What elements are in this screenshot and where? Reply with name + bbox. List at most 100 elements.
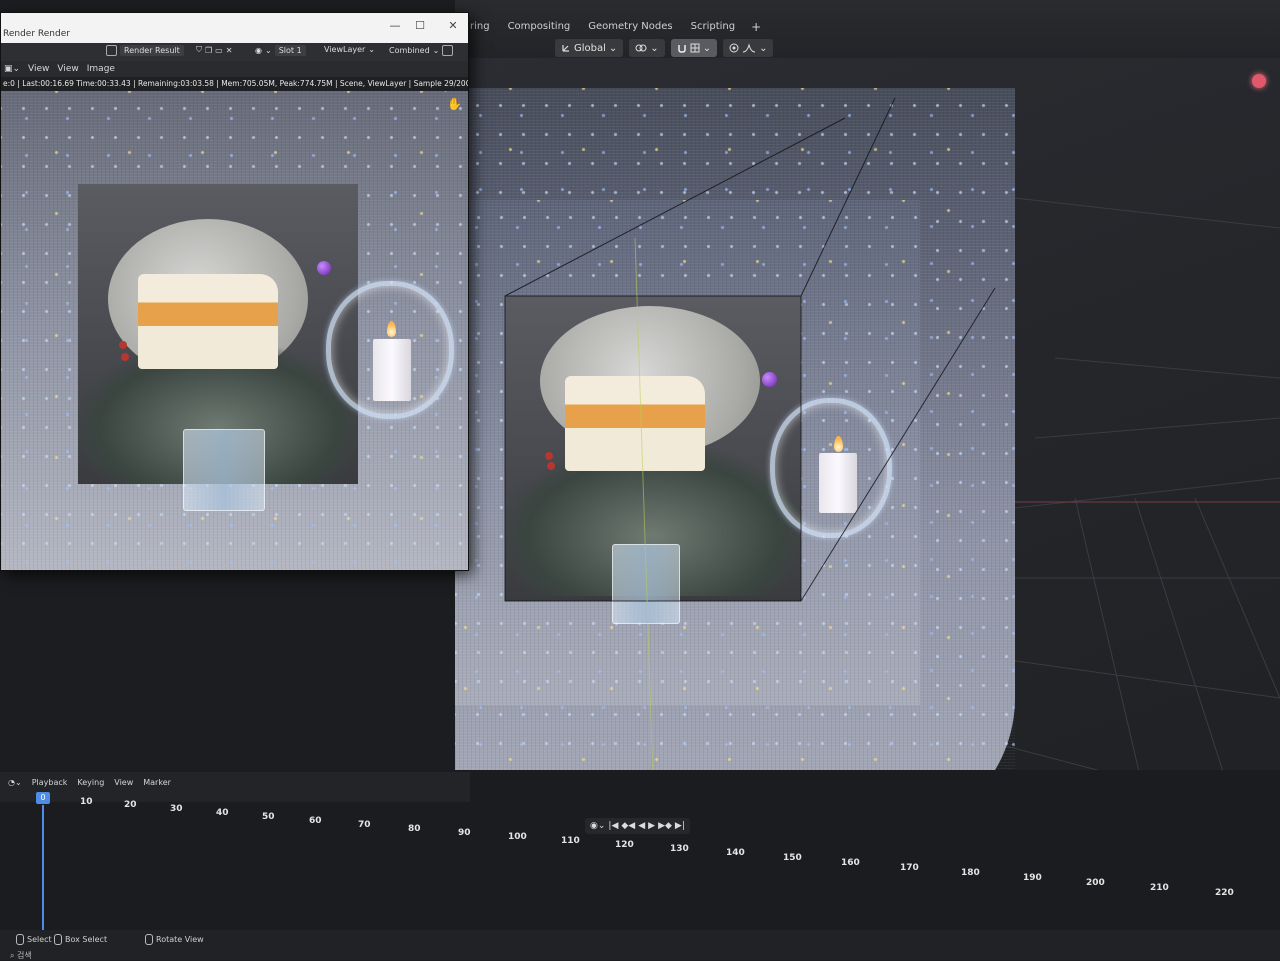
pivot-button[interactable]: ⌄ — [629, 39, 665, 57]
proportional-icon — [729, 43, 739, 53]
slot-dropdown[interactable]: Slot 1 — [274, 45, 306, 56]
next-keyframe-icon[interactable]: ▶◆ — [658, 821, 672, 831]
mouse-right-icon — [145, 934, 153, 945]
falloff-icon — [743, 43, 756, 53]
frame-tick: 170 — [900, 863, 919, 873]
frame-tick: 160 — [841, 858, 860, 868]
snap-icon — [677, 45, 686, 53]
close-button[interactable]: ✕ — [442, 19, 464, 32]
mouse-left-icon — [16, 934, 24, 945]
menu-playback[interactable]: Playback — [32, 778, 68, 787]
globe-icon: ◉ — [255, 46, 262, 55]
image-actions: ⛉ ❐ ▭ ✕ — [196, 45, 232, 55]
orientation-dropdown[interactable]: Global ⌄ — [555, 39, 624, 57]
menu-image[interactable]: Image — [87, 64, 115, 74]
play-icon[interactable]: ▶ — [648, 821, 655, 831]
frame-tick: 100 — [508, 832, 527, 842]
candle-flame — [387, 321, 396, 337]
frame-tick: 210 — [1150, 883, 1169, 893]
frame-tick: 220 — [1215, 888, 1234, 898]
folder-icon[interactable]: ▭ — [215, 46, 223, 55]
prev-keyframe-icon[interactable]: ◆◀ — [621, 821, 635, 831]
frame-tick: 90 — [458, 828, 471, 838]
global-axes-icon — [562, 45, 569, 52]
display-channels-icon[interactable] — [442, 45, 454, 56]
menu-view[interactable]: View — [114, 778, 133, 787]
frame-ruler[interactable]: 10 20 30 40 50 60 70 80 90 100 110 120 1… — [0, 795, 1280, 905]
maximize-button[interactable]: ☐ — [409, 19, 431, 32]
frame-tick: 70 — [358, 820, 371, 830]
copy-icon[interactable]: ❐ — [205, 46, 212, 55]
mouse-middle-icon — [54, 934, 62, 945]
status-box-select-label: Box Select — [65, 935, 108, 944]
image-name-field[interactable]: Render Result — [120, 45, 184, 56]
chevron-down-icon: ⌄ — [702, 42, 712, 54]
chevron-down-icon: ⌄ — [650, 42, 659, 54]
add-workspace-button[interactable]: + — [745, 16, 767, 38]
frame-tick: 150 — [783, 853, 802, 863]
frame-tick: 30 — [170, 804, 183, 814]
editor-type-icon[interactable]: ◔⌄ — [8, 778, 22, 787]
workspace-tabs: ring Compositing Geometry Nodes Scriptin… — [462, 16, 767, 38]
viewport-toolbar: Global ⌄ ⌄ ⌄ ⌄ — [555, 38, 774, 58]
frame-tick: 140 — [726, 848, 745, 858]
current-frame-indicator[interactable]: 0 — [36, 792, 50, 804]
menu-view-dropdown[interactable]: View — [28, 64, 49, 74]
play-reverse-icon[interactable]: ◀ — [638, 821, 645, 831]
shield-icon[interactable]: ⛉ — [196, 45, 202, 55]
chevron-down-icon: ⌄ — [368, 45, 375, 54]
windows-search[interactable]: ⌕ 검색 — [10, 950, 32, 961]
chevron-down-icon: ⌄ — [432, 46, 440, 55]
status-rotate-label: Rotate View — [156, 935, 204, 944]
search-label: 검색 — [17, 951, 32, 960]
menu-view[interactable]: View — [57, 64, 78, 74]
jump-end-icon[interactable]: ▶| — [675, 821, 685, 831]
tab-scripting[interactable]: Scripting — [683, 16, 743, 38]
3d-viewport[interactable] — [455, 58, 1280, 840]
frame-tick: 190 — [1023, 873, 1042, 883]
menu-marker[interactable]: Marker — [143, 778, 171, 787]
chevron-down-icon: ⌄ — [264, 46, 272, 55]
frame-tick: 80 — [408, 824, 421, 834]
grid-snap-icon — [690, 43, 700, 53]
zoom-icon[interactable]: ⌕ — [445, 91, 452, 96]
keyframe-type-icon[interactable]: ◉⌄ — [590, 821, 605, 831]
frame-tick: 130 — [670, 844, 689, 854]
image-editor-menubar: ▣⌄ View View Image — [1, 61, 468, 77]
purple-ornament — [317, 261, 331, 275]
camera-wireframe — [504, 97, 996, 840]
frame-tick: 110 — [561, 836, 580, 846]
proportional-edit-toggle[interactable]: ⌄ — [723, 39, 774, 57]
render-result-image: ⌕ ✋ — [1, 91, 468, 570]
pass-dropdown[interactable]: Combined ⌄ — [389, 45, 454, 56]
status-select-label: Select — [27, 935, 52, 944]
status-select: Select — [16, 934, 52, 945]
playhead-line[interactable] — [42, 805, 44, 935]
cake-object — [138, 274, 278, 369]
slot-selector[interactable]: ◉ ⌄ Slot 1 — [255, 45, 306, 56]
frame-tick: 200 — [1086, 878, 1105, 888]
editor-type-icon[interactable]: ▣⌄ — [4, 64, 20, 74]
pan-hand-icon[interactable]: ✋ — [447, 97, 462, 111]
red-berry — [121, 353, 129, 361]
tab-compositing[interactable]: Compositing — [500, 16, 579, 38]
minimize-button[interactable]: — — [384, 19, 406, 32]
render-window[interactable]: Render Render — ☐ ✕ Render Result ⛉ ❐ ▭ … — [0, 12, 469, 571]
image-browse-button[interactable]: Render Result — [106, 45, 184, 56]
playback-controls: ◉⌄ |◀ ◆◀ ◀ ▶ ▶◆ ▶| — [585, 818, 690, 834]
jump-start-icon[interactable]: |◀ — [608, 821, 618, 831]
link-icon — [635, 44, 647, 52]
red-berry — [119, 341, 127, 349]
close-icon[interactable]: ✕ — [226, 46, 233, 55]
timeline-menu: ◔⌄ Playback Keying View Marker — [8, 778, 171, 787]
frame-tick: 40 — [216, 808, 229, 818]
tab-geometry-nodes[interactable]: Geometry Nodes — [580, 16, 680, 38]
image-icon — [106, 45, 117, 56]
status-rotate-view: Rotate View — [145, 934, 204, 945]
pass-label: Combined — [389, 46, 430, 55]
menu-keying[interactable]: Keying — [77, 778, 104, 787]
render-window-title: Render Render — [3, 29, 70, 39]
snap-toggle[interactable]: ⌄ — [670, 39, 718, 57]
view-layer-dropdown[interactable]: ViewLayer ⌄ — [324, 45, 375, 54]
chevron-down-icon: ⌄ — [608, 42, 618, 54]
